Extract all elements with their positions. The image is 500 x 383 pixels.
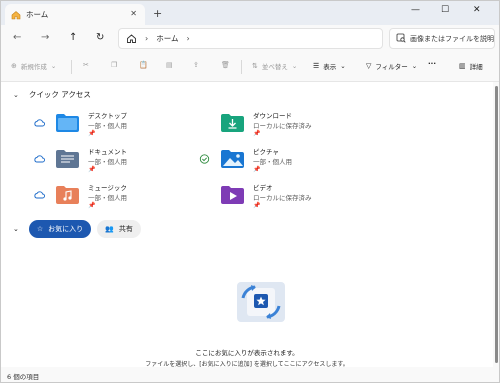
tab-shared[interactable]: 👥 共有 (97, 220, 141, 238)
favorites-empty-title: ここにお気に入りが表示されます。 (195, 349, 299, 357)
search-box[interactable] (389, 28, 495, 49)
home-content: ⌄ クイック アクセス デスクトップ 一部・個人用 📌 ダウンロード ローカルに… (1, 82, 493, 368)
check-circle-icon (199, 154, 210, 164)
divider (241, 60, 242, 74)
new-icon: ⊕ (11, 62, 17, 70)
divider (71, 60, 72, 74)
pin-icon: 📌 (253, 130, 261, 137)
home-icon (11, 10, 21, 20)
vertical-scrollbar[interactable] (493, 82, 499, 367)
more-button[interactable]: ... (428, 58, 436, 66)
back-icon[interactable]: ← (13, 32, 21, 43)
tab-home[interactable]: ホーム ✕ (5, 4, 145, 25)
pin-icon: 📌 (88, 202, 96, 209)
pin-icon: 📌 (253, 202, 261, 209)
pin-icon: 📌 (88, 130, 96, 137)
scrollbar-thumb[interactable] (495, 86, 498, 363)
status-bar: 6 個の項目 (1, 367, 499, 382)
chevron-down-icon[interactable]: ⌄ (13, 225, 19, 233)
filter-button[interactable]: ▽ フィルター ⌄ (366, 61, 417, 71)
favorites-section-header: ⌄ ☆ お気に入り 👥 共有 (13, 220, 147, 238)
item-count: 6 個の項目 (7, 373, 40, 381)
chevron-down-icon: ⌄ (411, 62, 418, 70)
quick-access-item-desktop[interactable]: デスクトップ 一部・個人用 📌 (34, 110, 204, 140)
quick-access-item-documents[interactable]: ドキュメント 一部・個人用 📌 (34, 146, 204, 176)
view-button[interactable]: ☰ 表示 ⌄ (313, 61, 346, 71)
image-search-icon (396, 33, 406, 45)
chevron-down-icon: ⌄ (291, 62, 298, 70)
address-bar[interactable]: › ホーム › (118, 28, 383, 49)
people-icon: 👥 (105, 225, 114, 233)
sort-button[interactable]: ⇅ 並べ替え ⌄ (252, 61, 297, 71)
quick-access-header[interactable]: ⌄ クイック アクセス (13, 89, 91, 100)
chevron-right-icon: › (145, 34, 149, 43)
breadcrumb-home[interactable]: ホーム (156, 33, 178, 44)
pin-icon: 📌 (253, 166, 261, 173)
chevron-down-icon: ⌄ (340, 62, 346, 70)
sort-icon: ⇅ (252, 62, 258, 70)
share-icon[interactable]: ⇪ (193, 61, 199, 69)
search-input[interactable] (410, 34, 494, 43)
music-folder-icon (55, 184, 80, 205)
filter-icon: ▽ (366, 62, 372, 70)
chevron-right-icon[interactable]: › (186, 34, 189, 43)
desktop-folder-icon (55, 112, 80, 133)
chevron-down-icon[interactable]: ⌄ (13, 91, 19, 99)
view-icon: ☰ (313, 62, 320, 70)
videos-folder-icon (220, 184, 245, 205)
close-icon[interactable]: ✕ (473, 5, 481, 15)
tab-label: ホーム (26, 10, 49, 19)
cloud-icon (34, 190, 45, 199)
details-button[interactable]: ▥ 詳細 (459, 61, 483, 71)
up-icon[interactable]: ↑ (69, 32, 77, 43)
copy-icon[interactable]: ❐ (111, 61, 117, 69)
favorites-empty-illustration (229, 280, 293, 324)
cloud-icon (34, 118, 45, 127)
quick-access-item-music[interactable]: ミュージック 一部・個人用 📌 (34, 182, 204, 212)
quick-access-item-downloads[interactable]: ダウンロード ローカルに保存済み 📌 (199, 110, 369, 140)
pictures-folder-icon (220, 148, 245, 169)
forward-icon[interactable]: → (41, 32, 49, 43)
minimize-icon[interactable]: — (411, 5, 420, 15)
details-pane-icon: ▥ (459, 62, 466, 70)
home-icon[interactable] (126, 33, 137, 44)
command-bar: ⊕ 新規作成 ⌄ ✂ ❐ 📋 ▤ ⇪ 🗑 ⇅ 並べ替え ⌄ ☰ 表示 ⌄ ▽ フ… (1, 52, 499, 82)
paste-icon[interactable]: 📋 (139, 61, 148, 69)
cut-icon[interactable]: ✂ (83, 61, 89, 69)
refresh-icon[interactable]: ↻ (96, 32, 104, 43)
tab-favorites[interactable]: ☆ お気に入り (28, 220, 92, 238)
new-button[interactable]: ⊕ 新規作成 ⌄ (11, 61, 56, 71)
pin-icon: 📌 (88, 166, 96, 173)
quick-access-item-pictures[interactable]: ピクチャ 一部・個人用 📌 (199, 146, 369, 176)
documents-folder-icon (55, 148, 80, 169)
maximize-icon[interactable]: ☐ (441, 5, 449, 15)
chevron-down-icon: ⌄ (50, 62, 57, 70)
title-bar: ホーム ✕ + — ☐ ✕ (1, 1, 499, 25)
plus-icon[interactable]: + (153, 7, 162, 20)
close-icon[interactable]: ✕ (130, 9, 137, 18)
navigation-bar: ← → ↑ ↻ › ホーム › (1, 25, 499, 52)
delete-icon[interactable]: 🗑 (221, 61, 230, 69)
star-icon: ☆ (36, 225, 44, 233)
cloud-icon (34, 154, 45, 163)
file-explorer-window: ホーム ✕ + — ☐ ✕ ← → ↑ ↻ › ホーム › ⊕ (0, 0, 500, 383)
rename-icon[interactable]: ▤ (166, 61, 173, 69)
quick-access-item-videos[interactable]: ビデオ ローカルに保存済み 📌 (199, 182, 369, 212)
downloads-folder-icon (220, 112, 245, 133)
